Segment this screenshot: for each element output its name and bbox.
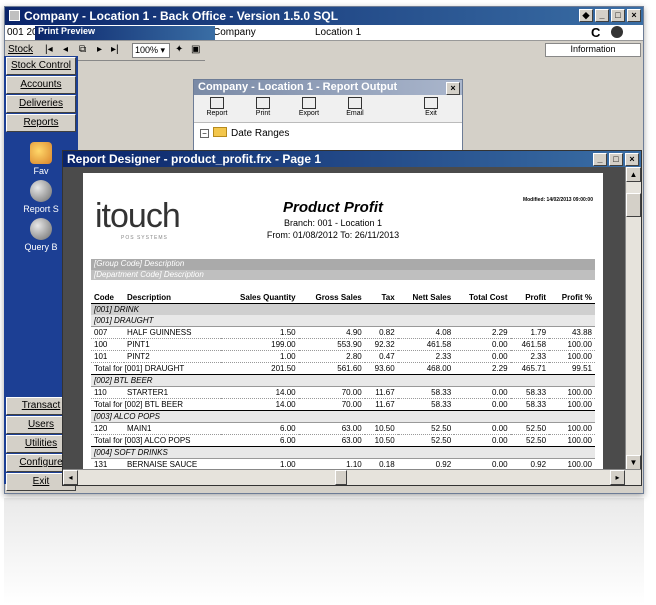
column-header: Gross Sales (298, 281, 365, 304)
table-row: 110 STARTER1 14.00 70.00 11.67 58.33 0.00 58.33… (91, 386, 595, 399)
total-row: Total for [002] BTL BEER 14.00 70.00 11.67 5… (91, 398, 595, 411)
scroll-right-icon[interactable]: ▸ (610, 470, 625, 485)
vertical-scroll-thumb[interactable] (626, 193, 641, 217)
report-output-close-button[interactable]: × (446, 82, 460, 95)
nav-accounts[interactable]: Accounts (6, 76, 76, 94)
report-designer-window: Report Designer - product_profit.frx - P… (62, 150, 642, 486)
vertical-scrollbar[interactable]: ▲ ▼ (625, 167, 641, 470)
window-controls: ◆ _ □ × (579, 9, 641, 22)
designer-close-button[interactable]: × (625, 153, 639, 166)
report-dates: From: 01/08/2012 To: 26/11/2013 (266, 230, 400, 240)
department-row: [004] SOFT DRINKS (91, 446, 595, 459)
print-tool-button[interactable]: Print (240, 95, 286, 122)
report-tool-button[interactable]: Report (194, 95, 240, 122)
scroll-down-icon[interactable]: ▼ (626, 455, 641, 470)
group-header: [Group Code] Description (91, 259, 595, 270)
favourites-icon (30, 142, 52, 164)
house-icon (424, 97, 438, 109)
copy-icon[interactable]: ⧉ (79, 44, 86, 55)
query-gear-icon (30, 218, 52, 240)
scroll-up-icon[interactable]: ▲ (626, 167, 641, 182)
report-title: Product Profit (283, 199, 383, 216)
table-header-row: Code Description Sales Quantity Gross Sales… (91, 281, 595, 304)
report-output-window: Company - Location 1 - Report Output × R… (193, 79, 463, 159)
report-output-controls: × (446, 82, 460, 95)
tree-item-date-ranges[interactable]: Date Ranges (231, 128, 289, 139)
header-location: Location 1 (315, 27, 362, 38)
power-icon[interactable] (611, 26, 623, 38)
column-header: Profit (510, 281, 550, 304)
designer-maximize-button[interactable]: □ (609, 153, 623, 166)
profit-table: Code Description Sales Quantity Gross Sales… (91, 281, 595, 469)
print-icon[interactable]: ▣ (191, 44, 200, 55)
column-header: Tax (364, 281, 398, 304)
column-header: Profit % (549, 281, 595, 304)
first-page-icon[interactable]: |◂ (45, 44, 53, 55)
column-header: Description (123, 281, 221, 304)
folder-icon (213, 127, 227, 137)
column-header: Sales Quantity (220, 281, 299, 304)
itouch-logo: itouch (95, 197, 181, 235)
last-page-icon[interactable]: ▸| (111, 44, 119, 55)
nav-deliveries[interactable]: Deliveries (6, 95, 76, 113)
nav-stock-control[interactable]: Stock Control (6, 57, 76, 75)
table-row: 100 PINT1 199.00 553.90 92.32 461.58 0.00 461.5… (91, 338, 595, 351)
report-gear-icon (30, 180, 52, 202)
restore-icon[interactable]: ◆ (579, 9, 593, 22)
export-icon (302, 97, 316, 109)
email-tool-button[interactable]: Email (332, 95, 378, 122)
report-tree: − Date Ranges (194, 123, 462, 143)
app-title: Company - Location 1 - Back Office - Ver… (24, 9, 339, 23)
table-row: 007 HALF GUINNESS 1.50 4.90 0.82 4.08 2.29 1.79… (91, 326, 595, 339)
app-icon (9, 10, 20, 21)
table-row: 101 PINT2 1.00 2.80 0.47 2.33 0.00 2.33 100.00 (91, 350, 595, 363)
stock-label[interactable]: Stock (8, 44, 33, 55)
report-branch: Branch: 001 - Location 1 (283, 218, 383, 228)
information-button[interactable]: Information (545, 43, 641, 57)
report-output-toolbar: Report Print Export Email Exit (194, 95, 462, 123)
group-row: [001] DRINK (91, 303, 595, 315)
table-row: 131 BERNAISE SAUCE 1.00 1.10 0.18 0.92 0.00 0.9… (91, 458, 595, 469)
minimize-button[interactable]: _ (595, 9, 609, 22)
header-company: Company (213, 27, 256, 38)
column-header: Nett Sales (397, 281, 455, 304)
designer-window-controls: _ □ × (593, 153, 639, 166)
envelope-icon (348, 97, 362, 109)
department-row: [002] BTL BEER (91, 374, 595, 387)
nav-reports[interactable]: Reports (6, 114, 76, 132)
designer-minimize-button[interactable]: _ (593, 153, 607, 166)
report-designer-title: Report Designer - product_profit.frx - P… (63, 151, 641, 167)
maximize-button[interactable]: □ (611, 9, 625, 22)
department-header: [Department Code] Description (91, 270, 595, 280)
total-row: Total for [001] DRAUGHT 201.50 561.60 93.60… (91, 362, 595, 375)
export-tool-button[interactable]: Export (286, 95, 332, 122)
printer-icon (256, 97, 270, 109)
app-title-bar: Company - Location 1 - Back Office - Ver… (5, 7, 643, 25)
settings-icon[interactable]: ✦ (175, 44, 183, 55)
column-header: Code (91, 281, 124, 304)
report-icon (210, 97, 224, 109)
collapse-icon[interactable]: − (200, 129, 209, 138)
next-page-icon[interactable]: ▸ (97, 44, 102, 55)
total-row: Total for [003] ALCO POPS 6.00 63.00 10.50 5… (91, 434, 595, 447)
report-page: itouch POS SYSTEMS Product Profit Branch… (83, 173, 603, 469)
column-header: Total Cost (454, 281, 511, 304)
department-row: [003] ALCO POPS (91, 410, 595, 423)
scroll-left-icon[interactable]: ◂ (63, 470, 78, 485)
report-output-title: Company - Location 1 - Report Output × (194, 80, 462, 95)
horizontal-scroll-thumb[interactable] (335, 470, 347, 485)
close-button[interactable]: × (627, 9, 641, 22)
report-modified: Modified: 14/02/2013 09:00:00 (522, 197, 593, 203)
logo-subtitle: POS SYSTEMS (121, 235, 168, 241)
horizontal-scrollbar[interactable]: ◂ ▸ (63, 469, 641, 485)
header-code: 001 20 (7, 27, 38, 38)
department-row: [001] DRAUGHT (91, 314, 595, 327)
reflection-effect (4, 498, 644, 605)
prev-page-icon[interactable]: ◂ (63, 44, 68, 55)
exit-tool-button[interactable]: Exit (408, 95, 454, 122)
header-c: C (591, 25, 601, 40)
zoom-select[interactable]: 100% ▾ (132, 43, 170, 58)
print-preview-title: Print Preview (35, 26, 215, 40)
table-row: 120 MAIN1 6.00 63.00 10.50 52.50 0.00 52.50 100.… (91, 422, 595, 435)
